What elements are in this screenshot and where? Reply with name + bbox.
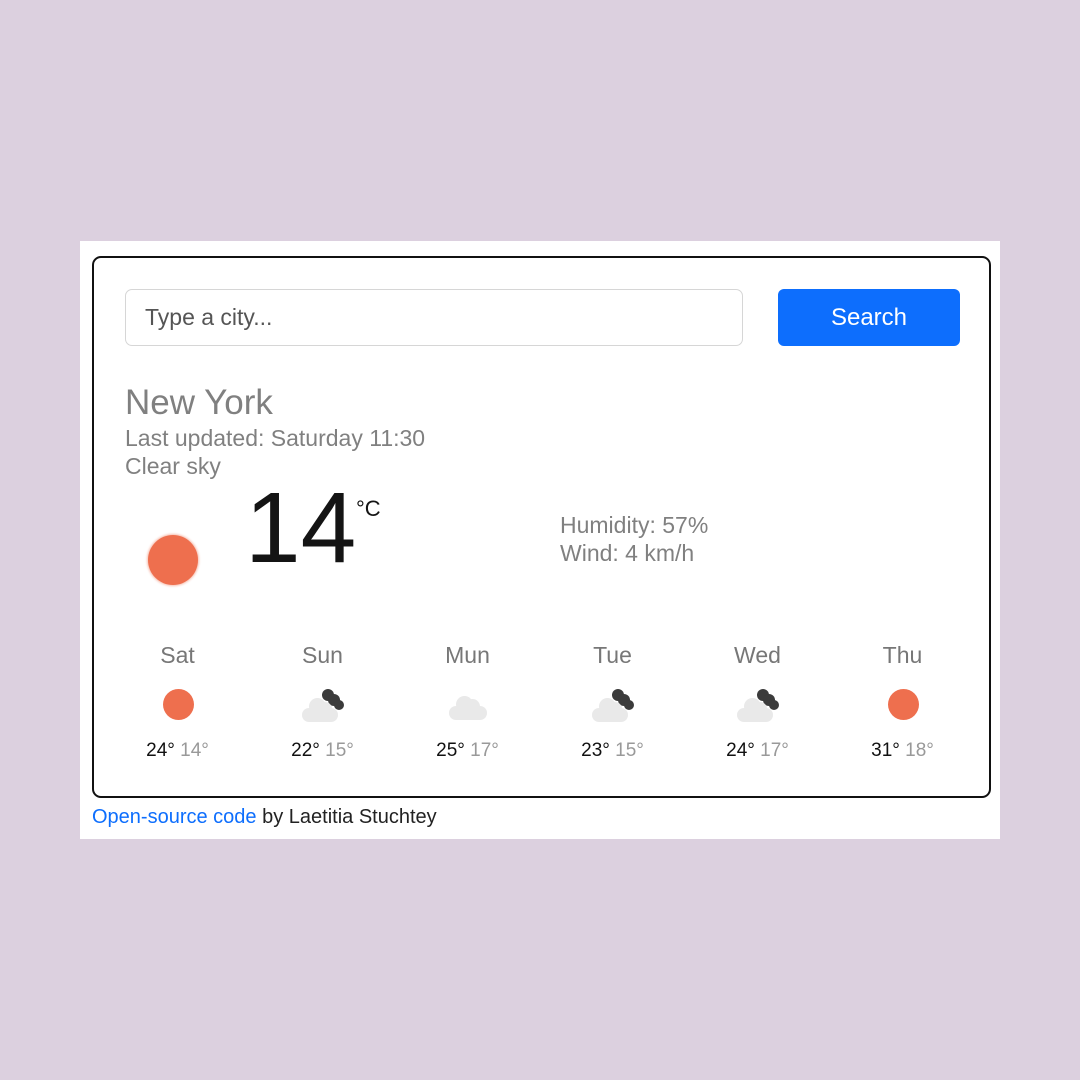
forecast-max: 25° <box>436 740 465 761</box>
forecast-day: Mun 25° 17° <box>395 642 540 762</box>
current-temperature: 14 <box>245 472 357 584</box>
forecast-min: 18° <box>905 740 934 761</box>
forecast-min: 14° <box>180 740 209 761</box>
forecast-temps: 22° 15° <box>250 740 395 762</box>
forecast-min: 17° <box>470 740 499 761</box>
wind: Wind: 4 km/h <box>560 540 695 566</box>
forecast-day-name: Tue <box>593 642 632 668</box>
forecast: Sat 24° 14° Sun 22° 15° Mun 25° 17° Tue … <box>105 642 975 772</box>
forecast-min: 17° <box>760 740 789 761</box>
forecast-max: 24° <box>146 740 175 761</box>
forecast-max: 23° <box>581 740 610 761</box>
forecast-day: Thu 31° 18° <box>830 642 975 762</box>
forecast-day-name: Sun <box>302 642 343 668</box>
forecast-temps: 31° 18° <box>830 740 975 762</box>
search-button[interactable]: Search <box>778 289 960 346</box>
app-page: Search New York Last updated: Saturday 1… <box>80 241 1000 839</box>
humidity: Humidity: 57% <box>560 512 709 538</box>
forecast-day-name: Mun <box>445 642 490 668</box>
forecast-day-name: Wed <box>734 642 781 668</box>
sun-icon <box>148 535 198 585</box>
forecast-temps: 25° 17° <box>395 740 540 762</box>
weather-card: Search New York Last updated: Saturday 1… <box>92 256 991 798</box>
last-updated: Last updated: Saturday 11:30 <box>125 425 426 451</box>
forecast-temps: 24° 14° <box>105 740 250 762</box>
forecast-temps: 23° 15° <box>540 740 685 762</box>
temperature-unit: °C <box>356 496 381 521</box>
forecast-day: Tue 23° 15° <box>540 642 685 762</box>
forecast-min: 15° <box>615 740 644 761</box>
weather-description: Clear sky <box>125 453 221 479</box>
forecast-max: 31° <box>871 740 900 761</box>
broken-clouds-icon <box>298 684 348 724</box>
open-source-link[interactable]: Open-source code <box>92 806 257 828</box>
footer-credit: by Laetitia Stuchtey <box>256 806 437 828</box>
forecast-day: Sat 24° 14° <box>105 642 250 762</box>
broken-clouds-icon <box>733 684 783 724</box>
forecast-day-name: Sat <box>160 642 195 668</box>
forecast-day-name: Thu <box>882 642 923 668</box>
forecast-max: 24° <box>726 740 755 761</box>
footer: Open-source code by Laetitia Stuchtey <box>92 806 437 829</box>
city-name: New York <box>125 383 273 422</box>
forecast-temps: 24° 17° <box>685 740 830 762</box>
forecast-day: Wed 24° 17° <box>685 642 830 762</box>
forecast-max: 22° <box>291 740 320 761</box>
broken-clouds-icon <box>588 684 638 724</box>
forecast-day: Sun 22° 15° <box>250 642 395 762</box>
sun-icon <box>153 684 203 724</box>
cloud-icon <box>443 684 493 724</box>
sun-icon <box>878 684 928 724</box>
city-search-input[interactable] <box>125 289 743 346</box>
forecast-min: 15° <box>325 740 354 761</box>
